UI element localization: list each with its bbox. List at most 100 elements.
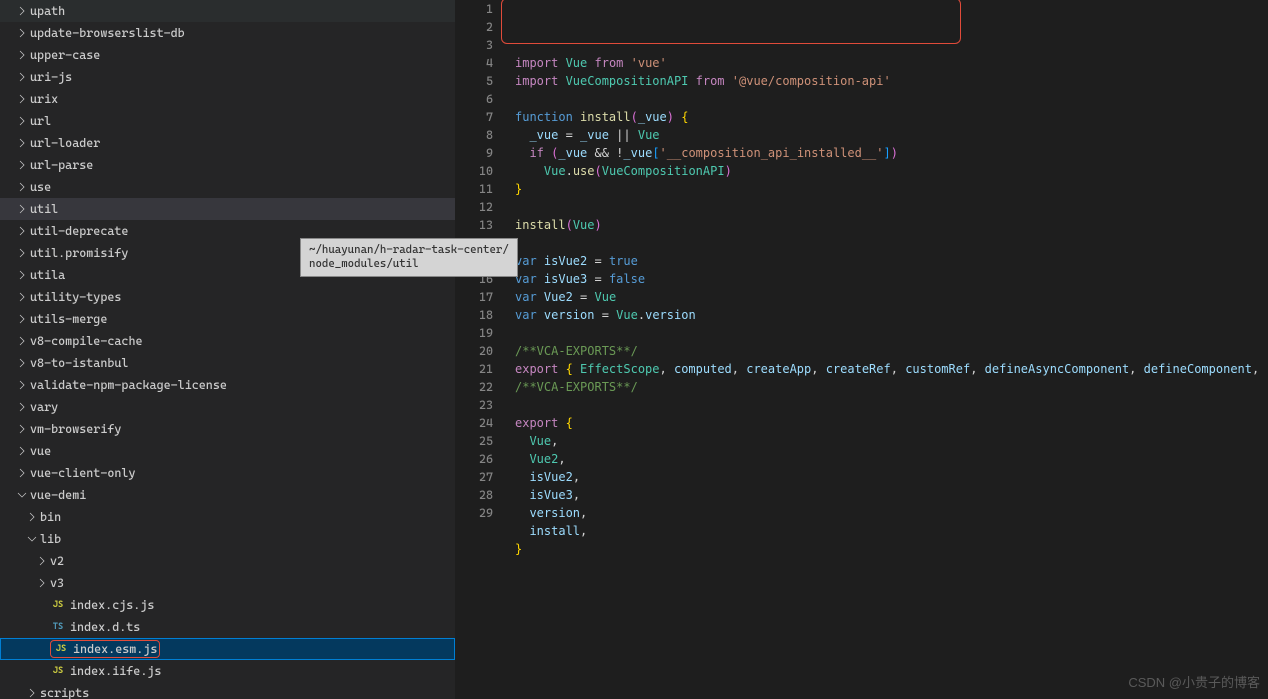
folder-update-browserslist-db[interactable]: update-browserslist-db [0, 22, 455, 44]
code-line[interactable]: version, [515, 504, 1268, 522]
code-line[interactable]: var isVue3 = false [515, 270, 1268, 288]
code-line[interactable]: /**VCA-EXPORTS**/ [515, 378, 1268, 396]
folder-uri-js[interactable]: uri-js [0, 66, 455, 88]
chevron-right-icon [34, 553, 50, 569]
code-line[interactable]: Vue2, [515, 450, 1268, 468]
folder-vary[interactable]: vary [0, 396, 455, 418]
code-line[interactable]: isVue2, [515, 468, 1268, 486]
chevron-right-icon [14, 91, 30, 107]
code-line[interactable] [515, 324, 1268, 342]
line-number: 10 [455, 162, 493, 180]
code-line[interactable]: if (_vue && !_vue['__composition_api_ins… [515, 144, 1268, 162]
item-label: scripts [40, 686, 89, 699]
line-number: 4 [455, 54, 493, 72]
item-label: validate-npm-package-license [30, 378, 227, 392]
code-line[interactable]: export { EffectScope, computed, createAp… [515, 360, 1268, 378]
chevron-right-icon [14, 245, 30, 261]
item-label: v2 [50, 554, 64, 568]
code-line[interactable]: Vue.use(VueCompositionAPI) [515, 162, 1268, 180]
chevron-right-icon [14, 465, 30, 481]
folder-vue[interactable]: vue [0, 440, 455, 462]
folder-url[interactable]: url [0, 110, 455, 132]
item-label: v8-to-istanbul [30, 356, 128, 370]
line-number: 19 [455, 324, 493, 342]
folder-bin[interactable]: bin [0, 506, 455, 528]
folder-v8-to-istanbul[interactable]: v8-to-istanbul [0, 352, 455, 374]
folder-upath[interactable]: upath [0, 0, 455, 22]
item-label: vue [30, 444, 51, 458]
line-number: 9 [455, 144, 493, 162]
item-label: vary [30, 400, 58, 414]
code-line[interactable] [515, 234, 1268, 252]
code-line[interactable] [515, 90, 1268, 108]
item-label: url-parse [30, 158, 93, 172]
code-line[interactable]: var Vue2 = Vue [515, 288, 1268, 306]
code-line[interactable]: import VueCompositionAPI from '@vue/comp… [515, 72, 1268, 90]
code-line[interactable]: var version = Vue.version [515, 306, 1268, 324]
code-line[interactable]: } [515, 540, 1268, 558]
line-number: 3 [455, 36, 493, 54]
code-line[interactable]: Vue, [515, 432, 1268, 450]
code-line[interactable]: } [515, 180, 1268, 198]
folder-use[interactable]: use [0, 176, 455, 198]
chevron-right-icon [14, 3, 30, 19]
code-line[interactable]: /**VCA-EXPORTS**/ [515, 342, 1268, 360]
folder-util[interactable]: util [0, 198, 455, 220]
folder-url-parse[interactable]: url-parse [0, 154, 455, 176]
folder-vue-client-only[interactable]: vue-client-only [0, 462, 455, 484]
file-index-iife-js[interactable]: JSindex.iife.js [0, 660, 455, 682]
line-number: 5 [455, 72, 493, 90]
code-line[interactable] [515, 198, 1268, 216]
code-line[interactable]: function install(_vue) { [515, 108, 1268, 126]
folder-utility-types[interactable]: utility-types [0, 286, 455, 308]
line-number: 12 [455, 198, 493, 216]
folder-v2[interactable]: v2 [0, 550, 455, 572]
code-line[interactable]: var isVue2 = true [515, 252, 1268, 270]
code-line[interactable]: install(Vue) [515, 216, 1268, 234]
item-label: index.iife.js [70, 664, 161, 678]
line-number: 26 [455, 450, 493, 468]
folder-validate-npm-package-license[interactable]: validate-npm-package-license [0, 374, 455, 396]
code-line[interactable]: export { [515, 414, 1268, 432]
chevron-right-icon [14, 443, 30, 459]
highlighted-file: JSindex.esm.js [50, 640, 160, 658]
line-number: 1 [455, 0, 493, 18]
code-editor[interactable]: 1234567891011121314151617181920212223242… [455, 0, 1268, 699]
folder-vm-browserify[interactable]: vm-browserify [0, 418, 455, 440]
file-explorer-sidebar[interactable]: upathupdate-browserslist-dbupper-caseuri… [0, 0, 455, 699]
item-label: url-loader [30, 136, 100, 150]
folder-urix[interactable]: urix [0, 88, 455, 110]
folder-v8-compile-cache[interactable]: v8-compile-cache [0, 330, 455, 352]
code-line[interactable]: isVue3, [515, 486, 1268, 504]
line-number: 17 [455, 288, 493, 306]
line-number: 11 [455, 180, 493, 198]
folder-scripts[interactable]: scripts [0, 682, 455, 699]
folder-v3[interactable]: v3 [0, 572, 455, 594]
code-line[interactable] [515, 396, 1268, 414]
file-index-esm-js[interactable]: JSindex.esm.js [0, 638, 455, 660]
chevron-right-icon [14, 69, 30, 85]
code-line[interactable] [515, 558, 1268, 576]
js-file-icon: JS [50, 597, 66, 613]
item-label: utility-types [30, 290, 121, 304]
ts-file-icon: TS [50, 619, 66, 635]
folder-vue-demi[interactable]: vue-demi [0, 484, 455, 506]
chevron-right-icon [14, 399, 30, 415]
item-label: v3 [50, 576, 64, 590]
item-label: index.cjs.js [70, 598, 154, 612]
code-line[interactable]: _vue = _vue || Vue [515, 126, 1268, 144]
folder-url-loader[interactable]: url-loader [0, 132, 455, 154]
code-line[interactable]: install, [515, 522, 1268, 540]
item-label: util.promisify [30, 246, 128, 260]
folder-lib[interactable]: lib [0, 528, 455, 550]
chevron-right-icon [14, 377, 30, 393]
chevron-right-icon [14, 135, 30, 151]
folder-utils-merge[interactable]: utils-merge [0, 308, 455, 330]
chevron-right-icon [14, 289, 30, 305]
file-index-d-ts[interactable]: TSindex.d.ts [0, 616, 455, 638]
folder-upper-case[interactable]: upper-case [0, 44, 455, 66]
chevron-right-icon [14, 421, 30, 437]
code-content[interactable]: import Vue from 'vue'import VueCompositi… [505, 0, 1268, 699]
file-index-cjs-js[interactable]: JS index.cjs.js [0, 594, 455, 616]
code-line[interactable]: import Vue from 'vue' [515, 54, 1268, 72]
